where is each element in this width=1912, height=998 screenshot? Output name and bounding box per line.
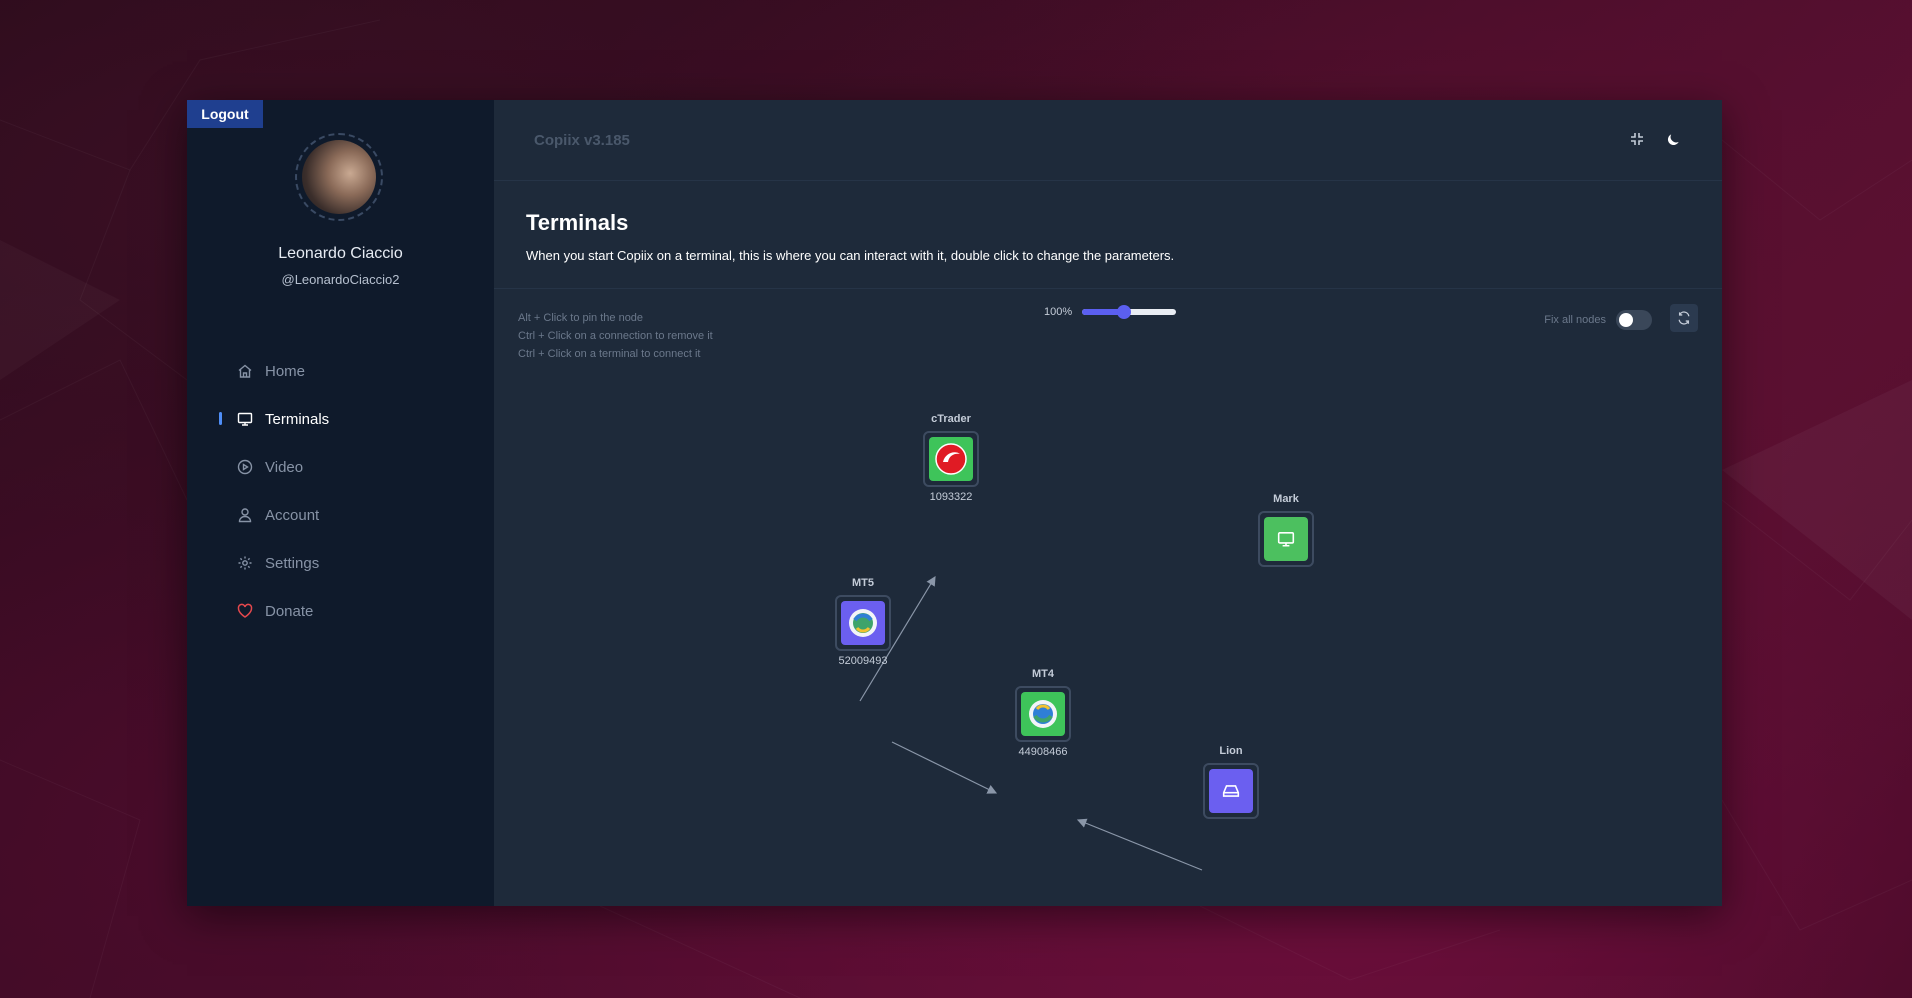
sidebar-item-label: Home (265, 362, 306, 380)
metatrader5-icon (841, 601, 885, 645)
page-header: Terminals When you start Copiix on a ter… (494, 180, 1722, 289)
node-box[interactable] (923, 431, 979, 487)
topbar-actions (1628, 130, 1682, 148)
terminal-node-mt4[interactable]: MT4 44908466 (1015, 668, 1071, 758)
app-window: Logout Leonardo Ciaccio @LeonardoCiaccio… (187, 100, 1722, 906)
node-id: 44908466 (1018, 746, 1068, 758)
sidebar-item-donate[interactable]: Donate (187, 587, 494, 635)
node-box[interactable] (1203, 763, 1259, 819)
app-version: Copiix v3.185 (534, 132, 630, 149)
terminal-node-ctrader[interactable]: cTrader 1093322 (923, 413, 979, 503)
link-lion-mt4[interactable] (1076, 818, 1203, 871)
sidebar: Logout Leonardo Ciaccio @LeonardoCiaccio… (187, 100, 494, 906)
page-title: Terminals (526, 210, 629, 235)
sidebar-item-settings[interactable]: Settings (187, 539, 494, 587)
node-title: MT5 (852, 577, 874, 589)
home-icon (235, 361, 255, 381)
heart-icon (235, 601, 255, 621)
terminal-node-mark[interactable]: Mark (1258, 493, 1314, 571)
terminal-node-lion[interactable]: Lion (1203, 745, 1259, 823)
topbar: Copiix v3.185 (494, 100, 1722, 181)
avatar[interactable] (295, 133, 383, 221)
sidebar-item-label: Donate (265, 602, 314, 620)
node-box[interactable] (1015, 686, 1071, 742)
sidebar-item-label: Terminals (265, 410, 330, 428)
user-name: Leonardo Ciaccio (278, 245, 403, 262)
drive-icon (1209, 769, 1253, 813)
graph-links (859, 575, 1203, 871)
sidebar-item-label: Account (265, 506, 320, 524)
sidebar-item-video[interactable]: Video (187, 443, 494, 491)
node-id: 1093322 (929, 491, 973, 503)
user-icon (235, 505, 255, 525)
node-title: Lion (1219, 745, 1243, 757)
metatrader4-icon (1021, 692, 1065, 736)
moon-icon[interactable] (1664, 130, 1682, 148)
gear-icon (235, 553, 255, 573)
node-title: MT4 (1032, 668, 1054, 680)
node-title: cTrader (931, 413, 971, 425)
monitor-icon (1264, 517, 1308, 561)
sidebar-item-home[interactable]: Home (187, 347, 494, 395)
fullscreen-icon[interactable] (1628, 130, 1646, 148)
avatar-image (302, 140, 376, 214)
ctrader-icon (929, 437, 973, 481)
sidebar-item-terminals[interactable]: Terminals (187, 395, 494, 443)
play-circle-icon (235, 457, 255, 477)
monitor-icon (235, 409, 255, 429)
sidebar-item-label: Settings (265, 554, 320, 572)
main-content: Copiix v3.185 Terminals When you start C… (494, 100, 1722, 906)
terminal-graph: cTrader 1093322 Mark MT5 52009493 MT4 44… (494, 288, 1722, 906)
node-id: 52009493 (838, 655, 888, 667)
page-description: When you start Copiix on a terminal, thi… (526, 248, 1175, 263)
sidebar-item-label: Video (265, 458, 304, 476)
node-box[interactable] (1258, 511, 1314, 567)
sidebar-item-account[interactable]: Account (187, 491, 494, 539)
logout-button[interactable]: Logout (187, 100, 263, 128)
user-handle: @LeonardoCiaccio2 (281, 272, 400, 287)
sidebar-nav: Home Terminals Video Account Settings Do… (187, 347, 494, 635)
node-title: Mark (1273, 493, 1299, 505)
terminals-canvas[interactable]: Alt + Click to pin the node Ctrl + Click… (494, 288, 1722, 906)
link-mt5-mt4[interactable] (891, 741, 998, 794)
terminal-node-mt5[interactable]: MT5 52009493 (835, 577, 891, 667)
node-box[interactable] (835, 595, 891, 651)
